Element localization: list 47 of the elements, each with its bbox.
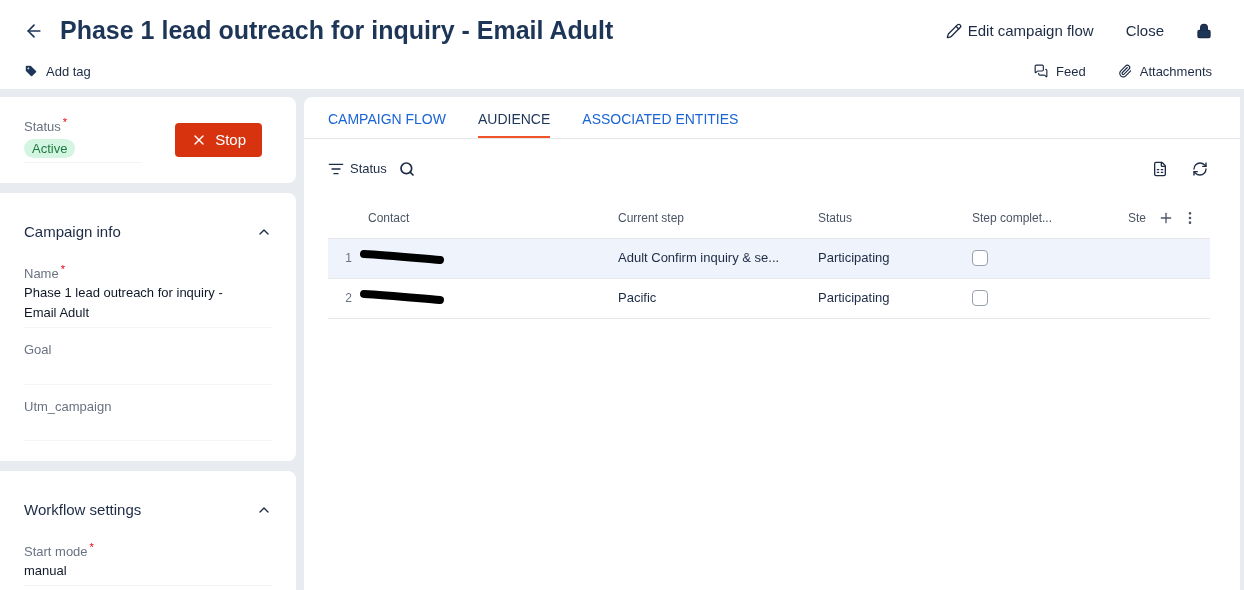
column-header[interactable]: Step complet... (972, 209, 1128, 227)
lock-icon[interactable] (1196, 22, 1212, 39)
field-label: Goal (24, 341, 52, 359)
tag-icon (24, 64, 38, 79)
feed-link[interactable]: Feed (1034, 61, 1086, 81)
attachments-link[interactable]: Attachments (1117, 61, 1212, 81)
column-header[interactable]: Status (818, 209, 972, 227)
field-value: Phase 1 lead outreach for inquiry - Email Adult (24, 284, 224, 322)
tab[interactable]: ASSOCIATED ENTITIES (582, 97, 739, 138)
close-button[interactable]: Close (1125, 19, 1164, 42)
required-mark: * (89, 541, 94, 553)
section-title: Workflow settings (24, 500, 142, 520)
field-value: manual (24, 562, 68, 580)
status-filter[interactable]: Status (328, 159, 387, 179)
tab[interactable]: AUDIENCE (477, 97, 551, 138)
column-header[interactable]: Current step (618, 209, 818, 227)
required-mark: * (60, 263, 65, 275)
spreadsheet-icon[interactable] (1152, 160, 1168, 177)
edit-flow-button[interactable]: Edit campaign flow (945, 19, 1094, 42)
checkbox[interactable] (972, 290, 988, 306)
required-mark: * (62, 117, 68, 128)
chat-icon (1034, 64, 1049, 79)
add-column-icon[interactable] (1158, 210, 1174, 226)
field-label: Utm_campaign (24, 397, 112, 416)
tab[interactable]: CAMPAIGN FLOW (328, 97, 446, 138)
pencil-icon (945, 22, 962, 39)
paperclip-icon (1117, 64, 1132, 79)
checkbox[interactable] (972, 250, 988, 266)
table-cell-text: Participating (818, 289, 891, 308)
table-row[interactable]: 1 Adult Confirm inquiry & se... Participating (328, 238, 1210, 279)
search-icon[interactable] (398, 160, 415, 177)
row-number: 2 (344, 290, 352, 307)
stop-button[interactable]: Stop (175, 122, 262, 158)
field-label: Name (24, 264, 59, 283)
field-label: Status (24, 118, 61, 136)
section-title: Campaign info (24, 222, 121, 242)
column-header[interactable]: Ste (1128, 209, 1158, 227)
add-tag-button[interactable]: Add tag (24, 61, 91, 81)
table-cell-text: Pacific (618, 289, 658, 308)
page-title: Phase 1 lead outreach for inquiry - Email Adult (60, 15, 614, 46)
status-pill: Active (24, 138, 76, 158)
table-cell-text: Adult Confirm inquiry & se... (618, 249, 781, 268)
field-label: Start mode (24, 542, 88, 561)
column-header[interactable]: Contact (328, 209, 618, 227)
row-number: 1 (344, 250, 352, 267)
table-cell-text: Participating (818, 249, 891, 268)
refresh-icon[interactable] (1192, 160, 1208, 177)
